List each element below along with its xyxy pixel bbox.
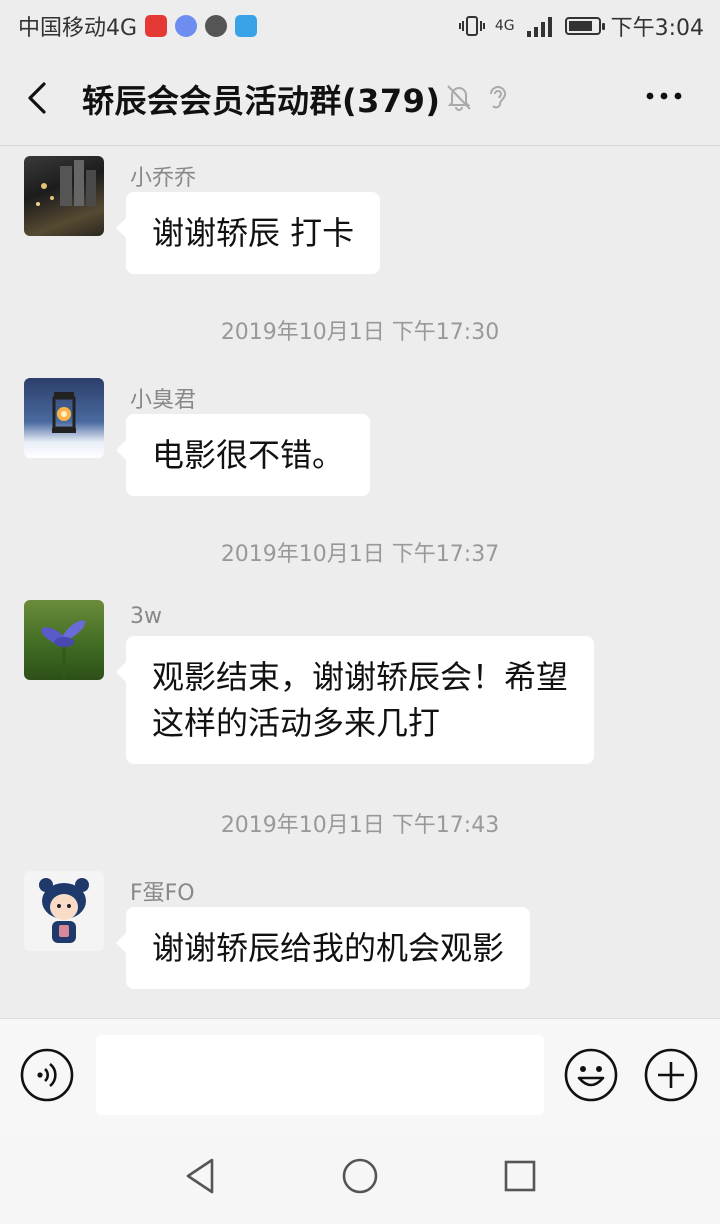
status-left: 中国移动4G: [18, 10, 258, 42]
message-bubble[interactable]: 电影很不错。: [115, 414, 371, 496]
message-bubble[interactable]: 谢谢轿辰 打卡: [115, 192, 381, 274]
nav-recents-icon[interactable]: [498, 1154, 542, 1198]
signal-icon: [526, 17, 552, 37]
city-night-avatar-icon: [36, 160, 96, 206]
mute-bell-icon: [447, 85, 471, 111]
cartoon-girl-avatar-icon: [39, 878, 89, 943]
system-nav-bar: [0, 1130, 720, 1224]
lantern-avatar-icon: [52, 392, 76, 433]
plus-icon[interactable]: [644, 1048, 698, 1102]
mail-app-icon: [145, 15, 168, 37]
network-type: 4G: [494, 18, 515, 34]
nav-back-icon[interactable]: [178, 1154, 222, 1198]
iris-flower-avatar-icon: [41, 620, 86, 678]
chat-area[interactable]: 小乔乔 谢谢轿辰 打卡 2019年10月1日 下午17:30 小臭君 电影很不错…: [0, 146, 720, 1018]
sender-name: 小臭君: [130, 388, 197, 413]
chat-app-icon: [205, 15, 228, 37]
music-app-icon: [175, 15, 198, 37]
sender-name: F蛋FO: [130, 881, 195, 906]
status-right: 4G 下午3:04: [458, 10, 704, 42]
timestamp: 2019年10月1日 下午17:30: [220, 320, 500, 345]
more-dots-icon[interactable]: [644, 86, 684, 106]
status-bar: 中国移动4G 4G 下午3:04: [0, 0, 720, 50]
earpiece-icon: [490, 86, 507, 109]
carrier-label: 中国移动4G: [18, 16, 138, 41]
back-arrow-icon[interactable]: [24, 80, 54, 116]
clock: 下午3:04: [610, 16, 704, 41]
chat-title: 轿辰会会员活动群(379): [82, 82, 441, 120]
sender-name: 3w: [130, 604, 162, 629]
avatar[interactable]: [24, 156, 104, 236]
emoji-icon[interactable]: [564, 1048, 618, 1102]
sender-name: 小乔乔: [130, 166, 197, 191]
message-bubble[interactable]: 谢谢轿辰给我的机会观影: [115, 907, 531, 989]
avatar[interactable]: [24, 378, 104, 458]
battery-level: [568, 21, 593, 31]
input-bar: [0, 1018, 720, 1131]
message-app-icon: [235, 15, 258, 37]
voice-input-icon[interactable]: [20, 1048, 74, 1102]
message-bubble[interactable]: 观影结束，谢谢轿辰会！希望 这样的活动多来几打: [115, 636, 595, 764]
nav-home-icon[interactable]: [338, 1154, 382, 1198]
avatar[interactable]: [24, 871, 104, 951]
timestamp: 2019年10月1日 下午17:37: [220, 542, 500, 567]
battery-icon: [564, 17, 605, 35]
avatar[interactable]: [24, 600, 104, 680]
vibrate-icon: [458, 16, 485, 36]
chat-header: 轿辰会会员活动群(379): [0, 50, 720, 146]
timestamp: 2019年10月1日 下午17:43: [220, 813, 500, 838]
message-input[interactable]: [96, 1035, 544, 1115]
